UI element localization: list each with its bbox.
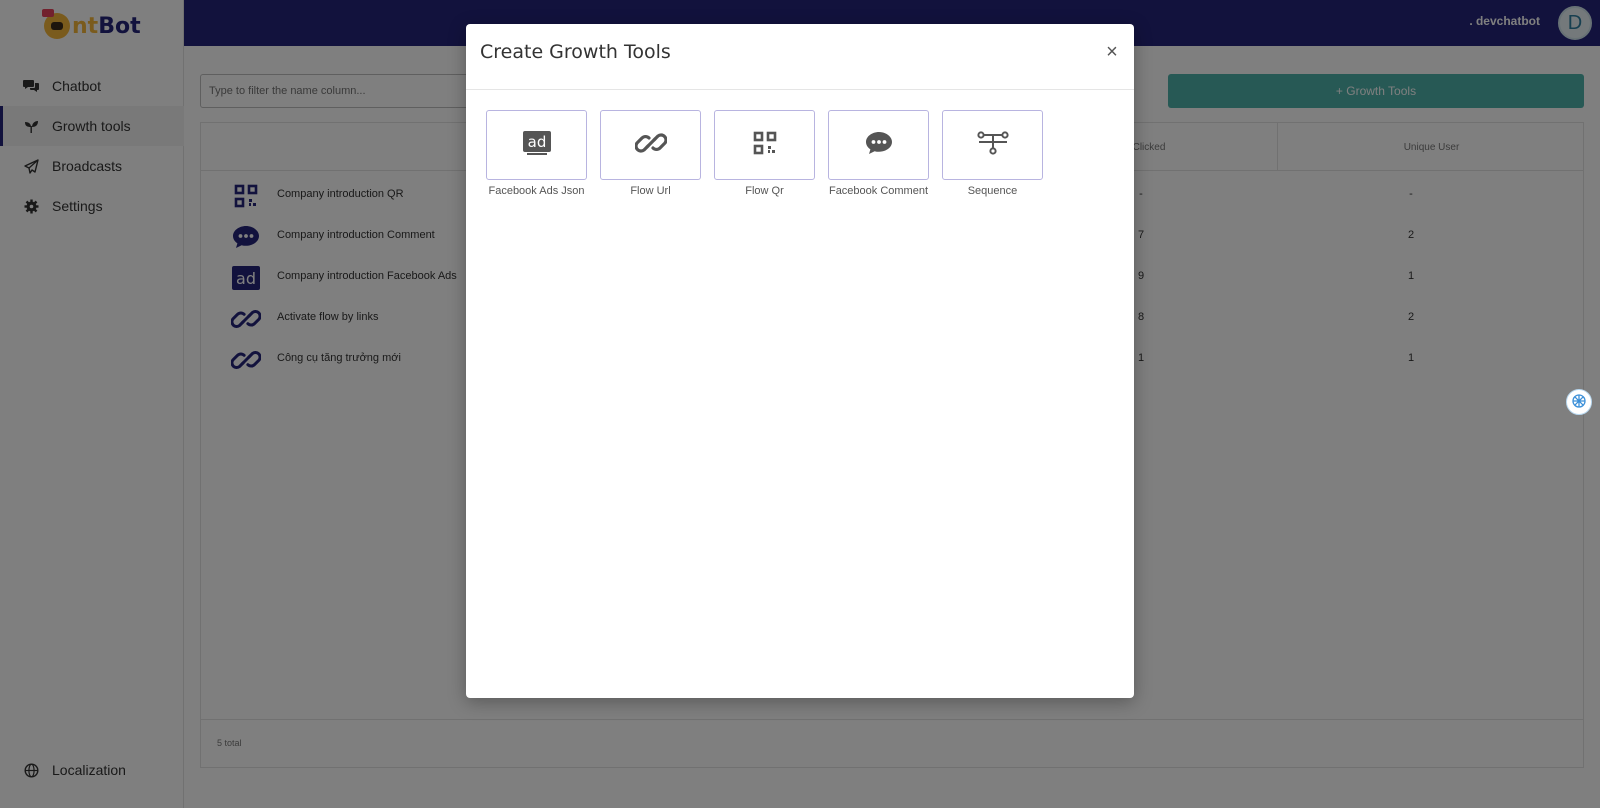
- tool-label: Sequence: [967, 185, 1018, 197]
- modal-header: Create Growth Tools ×: [466, 24, 1134, 90]
- create-growth-tools-modal: Create Growth Tools × ad Facebook Ads Js…: [466, 24, 1134, 698]
- tool-flow-url[interactable]: Flow Url: [600, 110, 701, 197]
- tool-options: ad Facebook Ads Json Flow Url Flow Qr Fa…: [486, 110, 1056, 197]
- modal-title: Create Growth Tools: [480, 41, 671, 63]
- tool-card[interactable]: [714, 110, 815, 180]
- sequence-icon: [976, 130, 1009, 160]
- tool-label: Facebook Ads Json: [488, 185, 585, 197]
- close-icon[interactable]: ×: [1102, 41, 1122, 63]
- chat-widget-button[interactable]: [1566, 389, 1592, 415]
- tool-card[interactable]: ad: [486, 110, 587, 180]
- openai-icon: [1571, 393, 1587, 412]
- link-icon: [633, 129, 668, 162]
- qr-icon: [753, 131, 777, 160]
- tool-sequence[interactable]: Sequence: [942, 110, 1043, 197]
- tool-label: Flow Url: [630, 185, 671, 197]
- tool-card[interactable]: [828, 110, 929, 180]
- tool-flow-qr[interactable]: Flow Qr: [714, 110, 815, 197]
- tool-facebook-ads-json[interactable]: ad Facebook Ads Json: [486, 110, 587, 197]
- tool-card[interactable]: [600, 110, 701, 180]
- tool-label: Flow Qr: [745, 185, 784, 197]
- svg-text:ad: ad: [527, 133, 546, 151]
- tool-label: Facebook Comment: [828, 185, 929, 197]
- tool-facebook-comment[interactable]: Facebook Comment: [828, 110, 929, 197]
- ad-icon: ad: [522, 130, 551, 160]
- tool-card[interactable]: [942, 110, 1043, 180]
- comment-icon: [865, 130, 893, 161]
